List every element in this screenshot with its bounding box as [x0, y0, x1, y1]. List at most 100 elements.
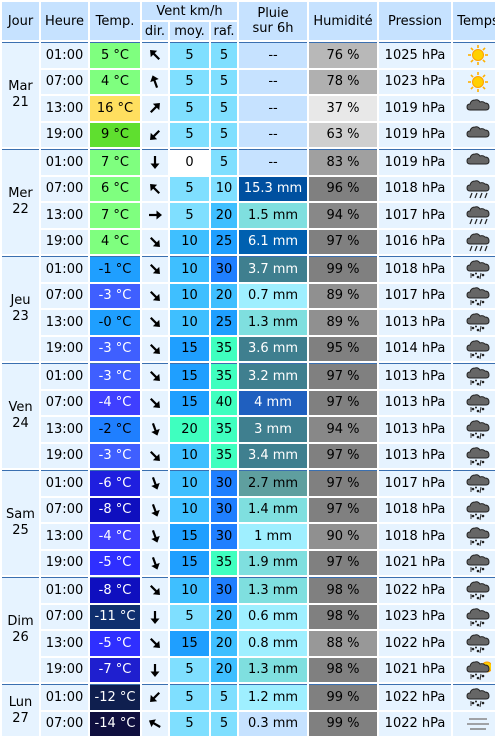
- table-row: 19:00 4 °C 10 25 6.1 mm 97 % 1016 hPa: [2, 229, 495, 254]
- day-name: Sam: [6, 507, 35, 522]
- wind-gust-cell: 5: [211, 684, 238, 710]
- humidity-cell: 98 %: [309, 577, 378, 603]
- table-row: Ven 24 01:00 -3 °C 15 35 3.2 mm 97 % 1013 hPa: [2, 363, 495, 468]
- wind-avg-cell: 10: [170, 497, 209, 522]
- humidity-cell: 98 %: [309, 657, 378, 682]
- wind-avg-cell: 5: [170, 176, 209, 201]
- pressure-cell: 1014 hPa: [379, 336, 452, 361]
- wind-direction-icon: [142, 470, 168, 496]
- table-row: 07:00 -11 °C 5 20 0.6 mm 98 % 1023 hPa: [2, 604, 495, 629]
- wind-direction-icon: [142, 310, 168, 335]
- wind-gust-cell: 35: [211, 363, 238, 389]
- pressure-cell: 1023 hPa: [379, 604, 452, 629]
- header-heure[interactable]: Heure: [41, 2, 88, 40]
- table-row: Dim 26 01:00 -8 °C 10 30 1.3 mm 98 % 1022 hPa: [2, 577, 495, 682]
- pressure-cell: 1018 hPa: [379, 256, 452, 282]
- temperature-cell: -2 °C: [90, 417, 140, 442]
- day-cell: Lun 27: [2, 684, 39, 736]
- pressure-cell: 1022 hPa: [379, 711, 452, 736]
- wind-direction-icon: [142, 657, 168, 682]
- rain-cell: 6.1 mm: [239, 229, 308, 254]
- header-humidite[interactable]: Humidité: [309, 2, 378, 40]
- snow-cloud-icon: [453, 336, 495, 361]
- rain-cell: 3 mm: [239, 417, 308, 442]
- hour-cell: 19:00: [41, 229, 88, 254]
- day-cell: Jeu 23: [2, 256, 39, 361]
- pressure-cell: 1013 hPa: [379, 310, 452, 335]
- rain-cell: --: [239, 96, 308, 121]
- wind-direction-icon: [142, 122, 168, 147]
- wind-avg-cell: 5: [170, 657, 209, 682]
- table-row: 07:00 -3 °C 10 20 0.7 mm 89 % 1017 hPa: [2, 283, 495, 308]
- wind-avg-cell: 5: [170, 42, 209, 68]
- cloud-icon: [453, 149, 495, 175]
- humidity-cell: 97 %: [309, 443, 378, 468]
- rain-cell: 1 mm: [239, 524, 308, 549]
- wind-avg-cell: 5: [170, 203, 209, 228]
- snow-cloud-icon: [453, 524, 495, 549]
- header-dir[interactable]: dir.: [142, 22, 168, 40]
- pressure-cell: 1021 hPa: [379, 550, 452, 575]
- header-pluie-line2: sur 6h: [252, 21, 294, 36]
- wind-avg-cell: 5: [170, 122, 209, 147]
- wind-direction-icon: [142, 176, 168, 201]
- day-cell: Dim 26: [2, 577, 39, 682]
- temperature-cell: 4 °C: [90, 69, 140, 94]
- table-row: 13:00 16 °C 5 5 -- 37 % 1019 hPa: [2, 96, 495, 121]
- wind-direction-icon: [142, 256, 168, 282]
- header-jour[interactable]: Jour: [2, 2, 39, 40]
- header-raf[interactable]: raf.: [211, 22, 238, 40]
- hour-cell: 07:00: [41, 604, 88, 629]
- header-vent[interactable]: Vent km/h: [142, 2, 238, 20]
- day-name: Dim: [7, 614, 34, 629]
- wind-gust-cell: 30: [211, 524, 238, 549]
- header-pression[interactable]: Pression: [379, 2, 452, 40]
- header-moy[interactable]: moy.: [170, 22, 209, 40]
- pressure-cell: 1018 hPa: [379, 524, 452, 549]
- temperature-cell: -0 °C: [90, 310, 140, 335]
- hour-cell: 19:00: [41, 657, 88, 682]
- table-row: 19:00 -7 °C 5 20 1.3 mm 98 % 1021 hPa: [2, 657, 495, 682]
- snow-cloud-icon: [453, 550, 495, 575]
- day-number: 25: [12, 523, 29, 538]
- rain-cell: 3.4 mm: [239, 443, 308, 468]
- wind-direction-icon: [142, 497, 168, 522]
- header-pluie[interactable]: Pluie sur 6h: [239, 2, 308, 40]
- day-name: Mar: [8, 79, 33, 94]
- day-name: Jeu: [10, 293, 31, 308]
- pressure-cell: 1017 hPa: [379, 470, 452, 496]
- rain-cell: --: [239, 69, 308, 94]
- temperature-cell: -4 °C: [90, 524, 140, 549]
- rain-cell: 3.2 mm: [239, 363, 308, 389]
- temperature-cell: -3 °C: [90, 336, 140, 361]
- humidity-cell: 89 %: [309, 283, 378, 308]
- rain-cell: 4 mm: [239, 390, 308, 415]
- temperature-cell: 5 °C: [90, 42, 140, 68]
- wind-direction-icon: [142, 524, 168, 549]
- humidity-cell: 83 %: [309, 149, 378, 175]
- rain-cloud-icon: [453, 229, 495, 254]
- temperature-cell: 6 °C: [90, 176, 140, 201]
- humidity-cell: 63 %: [309, 122, 378, 147]
- rain-cloud-icon: [453, 176, 495, 201]
- hour-cell: 07:00: [41, 711, 88, 736]
- wind-direction-icon: [142, 229, 168, 254]
- wind-direction-icon: [142, 604, 168, 629]
- wind-gust-cell: 35: [211, 417, 238, 442]
- header-temps[interactable]: Temps: [453, 2, 495, 40]
- table-row: 13:00 -4 °C 15 30 1 mm 90 % 1018 hPa: [2, 524, 495, 549]
- wind-gust-cell: 5: [211, 42, 238, 68]
- temperature-cell: -11 °C: [90, 604, 140, 629]
- hour-cell: 07:00: [41, 176, 88, 201]
- cloud-icon: [453, 122, 495, 147]
- table-row: 07:00 -14 °C 5 5 0.3 mm 99 % 1022 hPa: [2, 711, 495, 736]
- rain-cloud-icon: [453, 203, 495, 228]
- rain-cell: 3.6 mm: [239, 336, 308, 361]
- header-temp[interactable]: Temp.: [90, 2, 140, 40]
- wind-direction-icon: [142, 203, 168, 228]
- hour-cell: 13:00: [41, 417, 88, 442]
- wind-avg-cell: 15: [170, 524, 209, 549]
- temperature-cell: -3 °C: [90, 363, 140, 389]
- rain-cell: 3.7 mm: [239, 256, 308, 282]
- hour-cell: 13:00: [41, 96, 88, 121]
